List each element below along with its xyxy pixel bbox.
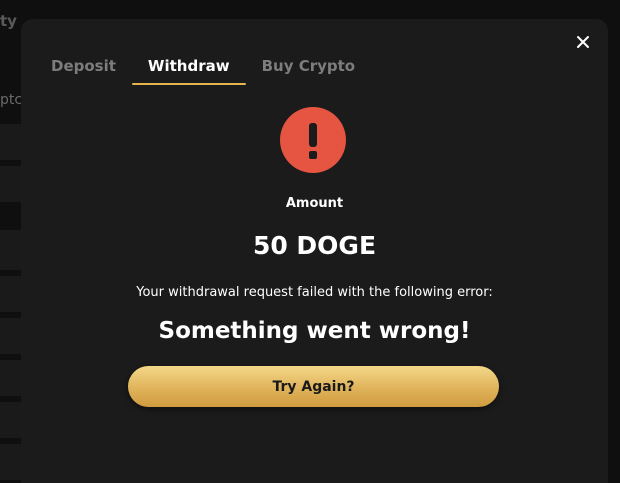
background-row (0, 402, 21, 438)
background-row (0, 276, 21, 312)
background-header-text: ty (0, 12, 17, 30)
try-again-button[interactable]: Try Again? (128, 366, 499, 407)
background-row (0, 360, 21, 396)
close-button[interactable] (572, 31, 594, 53)
error-title: Something went wrong! (158, 318, 471, 344)
amount-label: Amount (285, 196, 344, 211)
error-description: Your withdrawal request failed with the … (136, 285, 493, 300)
tab-withdraw[interactable]: Withdraw (131, 57, 246, 85)
tab-buy-crypto[interactable]: Buy Crypto (262, 57, 356, 85)
background-row (0, 318, 21, 354)
background-row (0, 230, 21, 270)
wallet-tabs: Deposit Withdraw Buy Crypto (51, 57, 387, 85)
background-row (0, 166, 21, 202)
amount-value: 50 DOGE (252, 231, 377, 260)
background-sub-text: ptc (0, 92, 23, 108)
withdraw-modal: Deposit Withdraw Buy Crypto Amount 50 DO… (21, 19, 608, 483)
close-icon (577, 36, 589, 48)
tab-deposit[interactable]: Deposit (51, 57, 116, 85)
page: ty ptc Deposit Withdraw Buy Crypto Amoun… (0, 0, 620, 483)
background-row (0, 444, 21, 480)
exclamation-icon (280, 107, 346, 173)
background-row (0, 124, 21, 160)
